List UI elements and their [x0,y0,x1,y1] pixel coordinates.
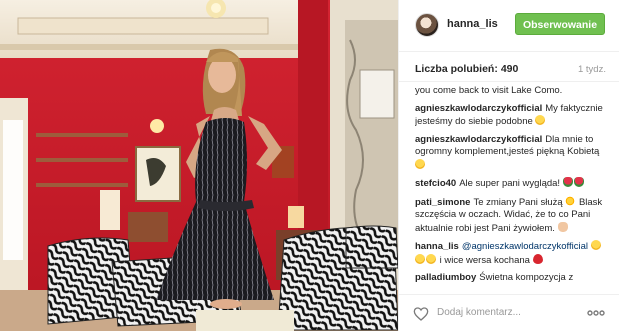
sun-emoji-icon [565,195,576,206]
username-link[interactable]: hanna_lis [447,18,498,30]
post-sidebar: hanna_lis Obserwowanie Liczba polubień: 4… [398,0,619,331]
comment-item: pati_simone Te zmiany Pani służą Blask sz… [415,195,608,236]
post-photo[interactable] [0,0,398,331]
laughing-face-emoji-icon [590,240,601,250]
comments-list[interactable]: you come back to visit Lake Como. agnies… [415,82,608,294]
comment-text: you come back to visit Lake Como. [415,85,563,96]
comment-author[interactable]: agnieszkawlodarczykofficial [415,134,542,145]
rose-emoji-icon [562,177,573,187]
laughing-face-emoji-icon [415,253,425,264]
comment-text: Ale super pani wygląda! [459,178,561,189]
hand-emoji-icon [557,221,568,232]
comment-text: Świetna kompozycja z [479,272,574,283]
add-comment-input[interactable]: Dodaj komentarz... [437,307,521,318]
smiling-face-emoji-icon [535,115,546,125]
comment-author[interactable]: stefcio40 [415,178,456,189]
laughing-face-emoji-icon [426,253,436,264]
avatar[interactable] [415,13,439,37]
comment-item: agnieszkawlodarczykofficial Dla mnie to o… [415,134,608,173]
comment-item: you come back to visit Lake Como. [415,85,608,98]
red-heart-emoji-icon [532,253,543,264]
ellipsis-icon[interactable] [586,307,606,319]
comment-author[interactable]: palladiumboy [415,272,476,283]
comment-item: stefcio40 Ale super pani wygląda! [415,177,608,191]
comment-text: Te zmiany Pani służą [473,196,563,208]
comment-bar: Dodaj komentarz... [399,294,619,331]
likes-count[interactable]: Liczba polubień: 490 [415,63,518,75]
follow-button[interactable]: Obserwowanie [515,13,605,35]
post-header: hanna_lis Obserwowanie [399,0,619,52]
comment-author[interactable]: hanna_lis [415,241,459,252]
likes-label: Liczba polubień: [415,63,498,75]
comment-author[interactable]: agnieszkawlodarczykofficial [415,103,542,114]
smiling-face-emoji-icon [415,158,425,169]
likes-number: 490 [500,63,519,75]
rose-emoji-icon [573,177,584,187]
comment-mention-link[interactable]: @agnieszkawlodarczykofficial [462,241,588,252]
comment-item: palladiumboy Świetna kompozycja z [415,272,608,285]
comment-item: agnieszkawlodarczykofficial My faktycznie… [415,103,608,129]
comment-author[interactable]: pati_simone [415,197,470,208]
post-age[interactable]: 1 tydz. [578,64,606,75]
heart-outline-icon[interactable] [413,306,429,322]
photo-illustration [0,0,398,331]
instagram-post-modal: hanna_lis Obserwowanie Liczba polubień: 4… [0,0,619,331]
comment-text: i wice wersa kochana [439,254,530,266]
post-stats: Liczba polubień: 490 1 tydz. [399,52,619,82]
comment-item: hanna_lis @agnieszkawlodarczykofficial i … [415,240,608,267]
